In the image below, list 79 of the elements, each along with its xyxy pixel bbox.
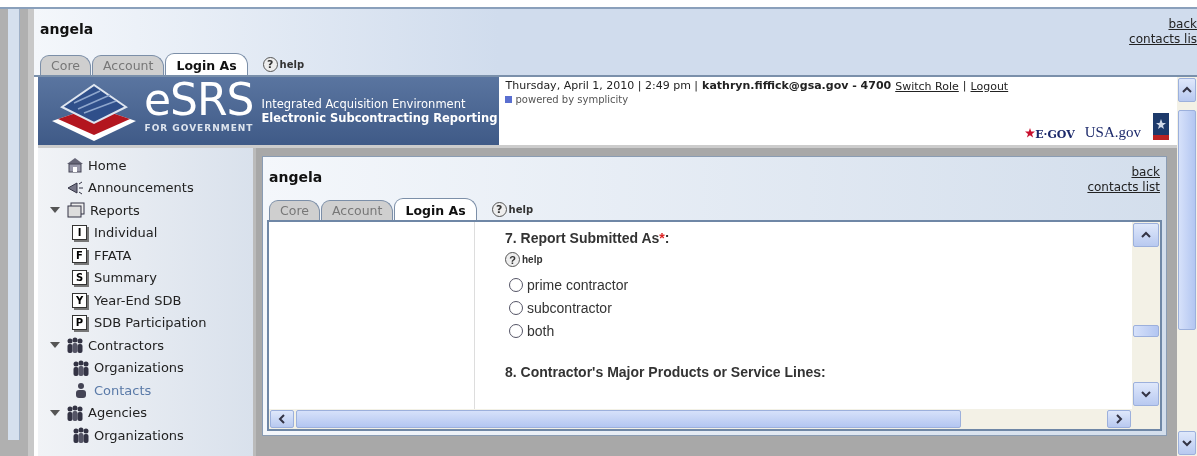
star-icon bbox=[1025, 128, 1036, 138]
scroll-left-button[interactable] bbox=[270, 410, 294, 428]
date-time: Thursday, April 1, 2010 | 2:49 pm | bbox=[505, 79, 699, 94]
sidebar-item[interactable]: Individual bbox=[94, 225, 158, 241]
people-icon bbox=[72, 427, 90, 444]
sidebar-item[interactable]: Organizations bbox=[94, 427, 184, 443]
radio-button[interactable] bbox=[509, 300, 523, 315]
help-link[interactable]: help bbox=[279, 59, 305, 70]
switch-role-link[interactable]: Switch Role bbox=[895, 79, 959, 94]
help-link[interactable]: help bbox=[522, 254, 543, 265]
letter-icon: S bbox=[72, 270, 87, 286]
tab[interactable]: Login As bbox=[394, 198, 477, 220]
sidebar-item[interactable]: FFATA bbox=[94, 247, 132, 263]
scroll-up-button[interactable] bbox=[1133, 223, 1159, 247]
scroll-down-button[interactable] bbox=[1178, 431, 1196, 455]
vertical-scrollbar[interactable] bbox=[1177, 77, 1197, 456]
radio-label[interactable]: prime contractor bbox=[527, 276, 629, 293]
scroll-right-button[interactable] bbox=[1107, 410, 1131, 428]
sidebar-item[interactable]: Year-End SDB bbox=[94, 292, 182, 308]
seal-icon[interactable] bbox=[1151, 113, 1171, 141]
letter-icon: I bbox=[72, 225, 87, 241]
separator: | bbox=[962, 79, 967, 94]
help-icon[interactable]: ? bbox=[491, 202, 507, 217]
sidebar-item[interactable]: Summary bbox=[94, 270, 157, 286]
user-email: kathryn.fiffick@gsa.gov - 4700 bbox=[702, 79, 892, 94]
people-icon bbox=[72, 359, 90, 376]
chevron-down-icon bbox=[1140, 388, 1152, 400]
letter-icon: F bbox=[72, 247, 87, 263]
chevron-right-icon bbox=[1113, 413, 1125, 425]
usagov-logo[interactable]: USA.gov bbox=[1084, 124, 1141, 141]
nav-link[interactable]: back bbox=[1168, 17, 1197, 32]
radio-button[interactable] bbox=[509, 323, 523, 338]
sidebar-item[interactable]: Announcements bbox=[88, 180, 194, 196]
banner-title: Electronic Subcontracting Reporting bbox=[261, 111, 498, 125]
megaphone-icon bbox=[66, 179, 84, 196]
sidebar-item[interactable]: Home bbox=[88, 157, 127, 173]
nav-link[interactable]: contacts lis bbox=[1129, 32, 1197, 47]
help-icon[interactable]: ? bbox=[505, 252, 520, 267]
scroll-up-button[interactable] bbox=[1178, 78, 1196, 102]
people-icon bbox=[66, 404, 84, 421]
scrollbar-thumb[interactable] bbox=[1178, 110, 1196, 330]
help-link[interactable]: help bbox=[508, 204, 534, 215]
nav-link[interactable]: back bbox=[1131, 165, 1160, 180]
horizontal-scrollbar[interactable] bbox=[269, 409, 1132, 429]
letter-icon: P bbox=[72, 315, 87, 331]
folder-icon bbox=[66, 202, 86, 219]
brand-name: eSRS bbox=[144, 77, 254, 123]
home-icon bbox=[66, 157, 84, 174]
radio-button[interactable] bbox=[509, 277, 523, 292]
egov-logo[interactable]: E·GOV bbox=[1035, 128, 1075, 141]
sidebar-item[interactable]: SDB Participation bbox=[94, 315, 207, 331]
expand-toggle-icon[interactable] bbox=[48, 407, 62, 418]
scrollbar-thumb[interactable] bbox=[296, 410, 961, 428]
square-icon bbox=[505, 96, 513, 103]
powered-by: powered by symplicity bbox=[515, 94, 629, 105]
people-icon bbox=[66, 337, 84, 354]
scrollbar-thumb[interactable] bbox=[1133, 325, 1159, 337]
nav-link[interactable]: contacts list bbox=[1087, 180, 1160, 195]
chevron-down-icon bbox=[1181, 437, 1193, 449]
scroll-down-button[interactable] bbox=[1133, 382, 1159, 406]
question-label: 7. Report Submitted As*: bbox=[505, 230, 671, 246]
chevron-left-icon bbox=[276, 413, 288, 425]
sidebar-item[interactable]: Organizations bbox=[94, 360, 184, 376]
help-icon[interactable]: ? bbox=[262, 57, 278, 72]
sidebar-item[interactable]: Contractors bbox=[88, 337, 164, 353]
sidebar-item[interactable]: Contacts bbox=[94, 382, 152, 398]
letter-icon: Y bbox=[72, 292, 87, 308]
radio-label[interactable]: both bbox=[527, 322, 555, 339]
panel-title: angela bbox=[269, 168, 324, 185]
logout-link[interactable]: Logout bbox=[970, 79, 1009, 94]
question-label: 8. Contractor's Major Products or Service Lines: bbox=[505, 364, 826, 380]
page-title: angela bbox=[40, 20, 95, 37]
brand-tagline: FOR GOVERNMENT bbox=[144, 123, 254, 133]
sidebar-item[interactable]: Reports bbox=[90, 202, 140, 218]
sidebar-item[interactable]: Agencies bbox=[88, 405, 147, 421]
tab[interactable]: Login As bbox=[165, 53, 248, 75]
banner-subtitle: Integrated Acquisition Environment bbox=[261, 97, 467, 111]
vertical-scrollbar[interactable] bbox=[1132, 222, 1160, 429]
radio-label[interactable]: subcontractor bbox=[527, 299, 612, 316]
